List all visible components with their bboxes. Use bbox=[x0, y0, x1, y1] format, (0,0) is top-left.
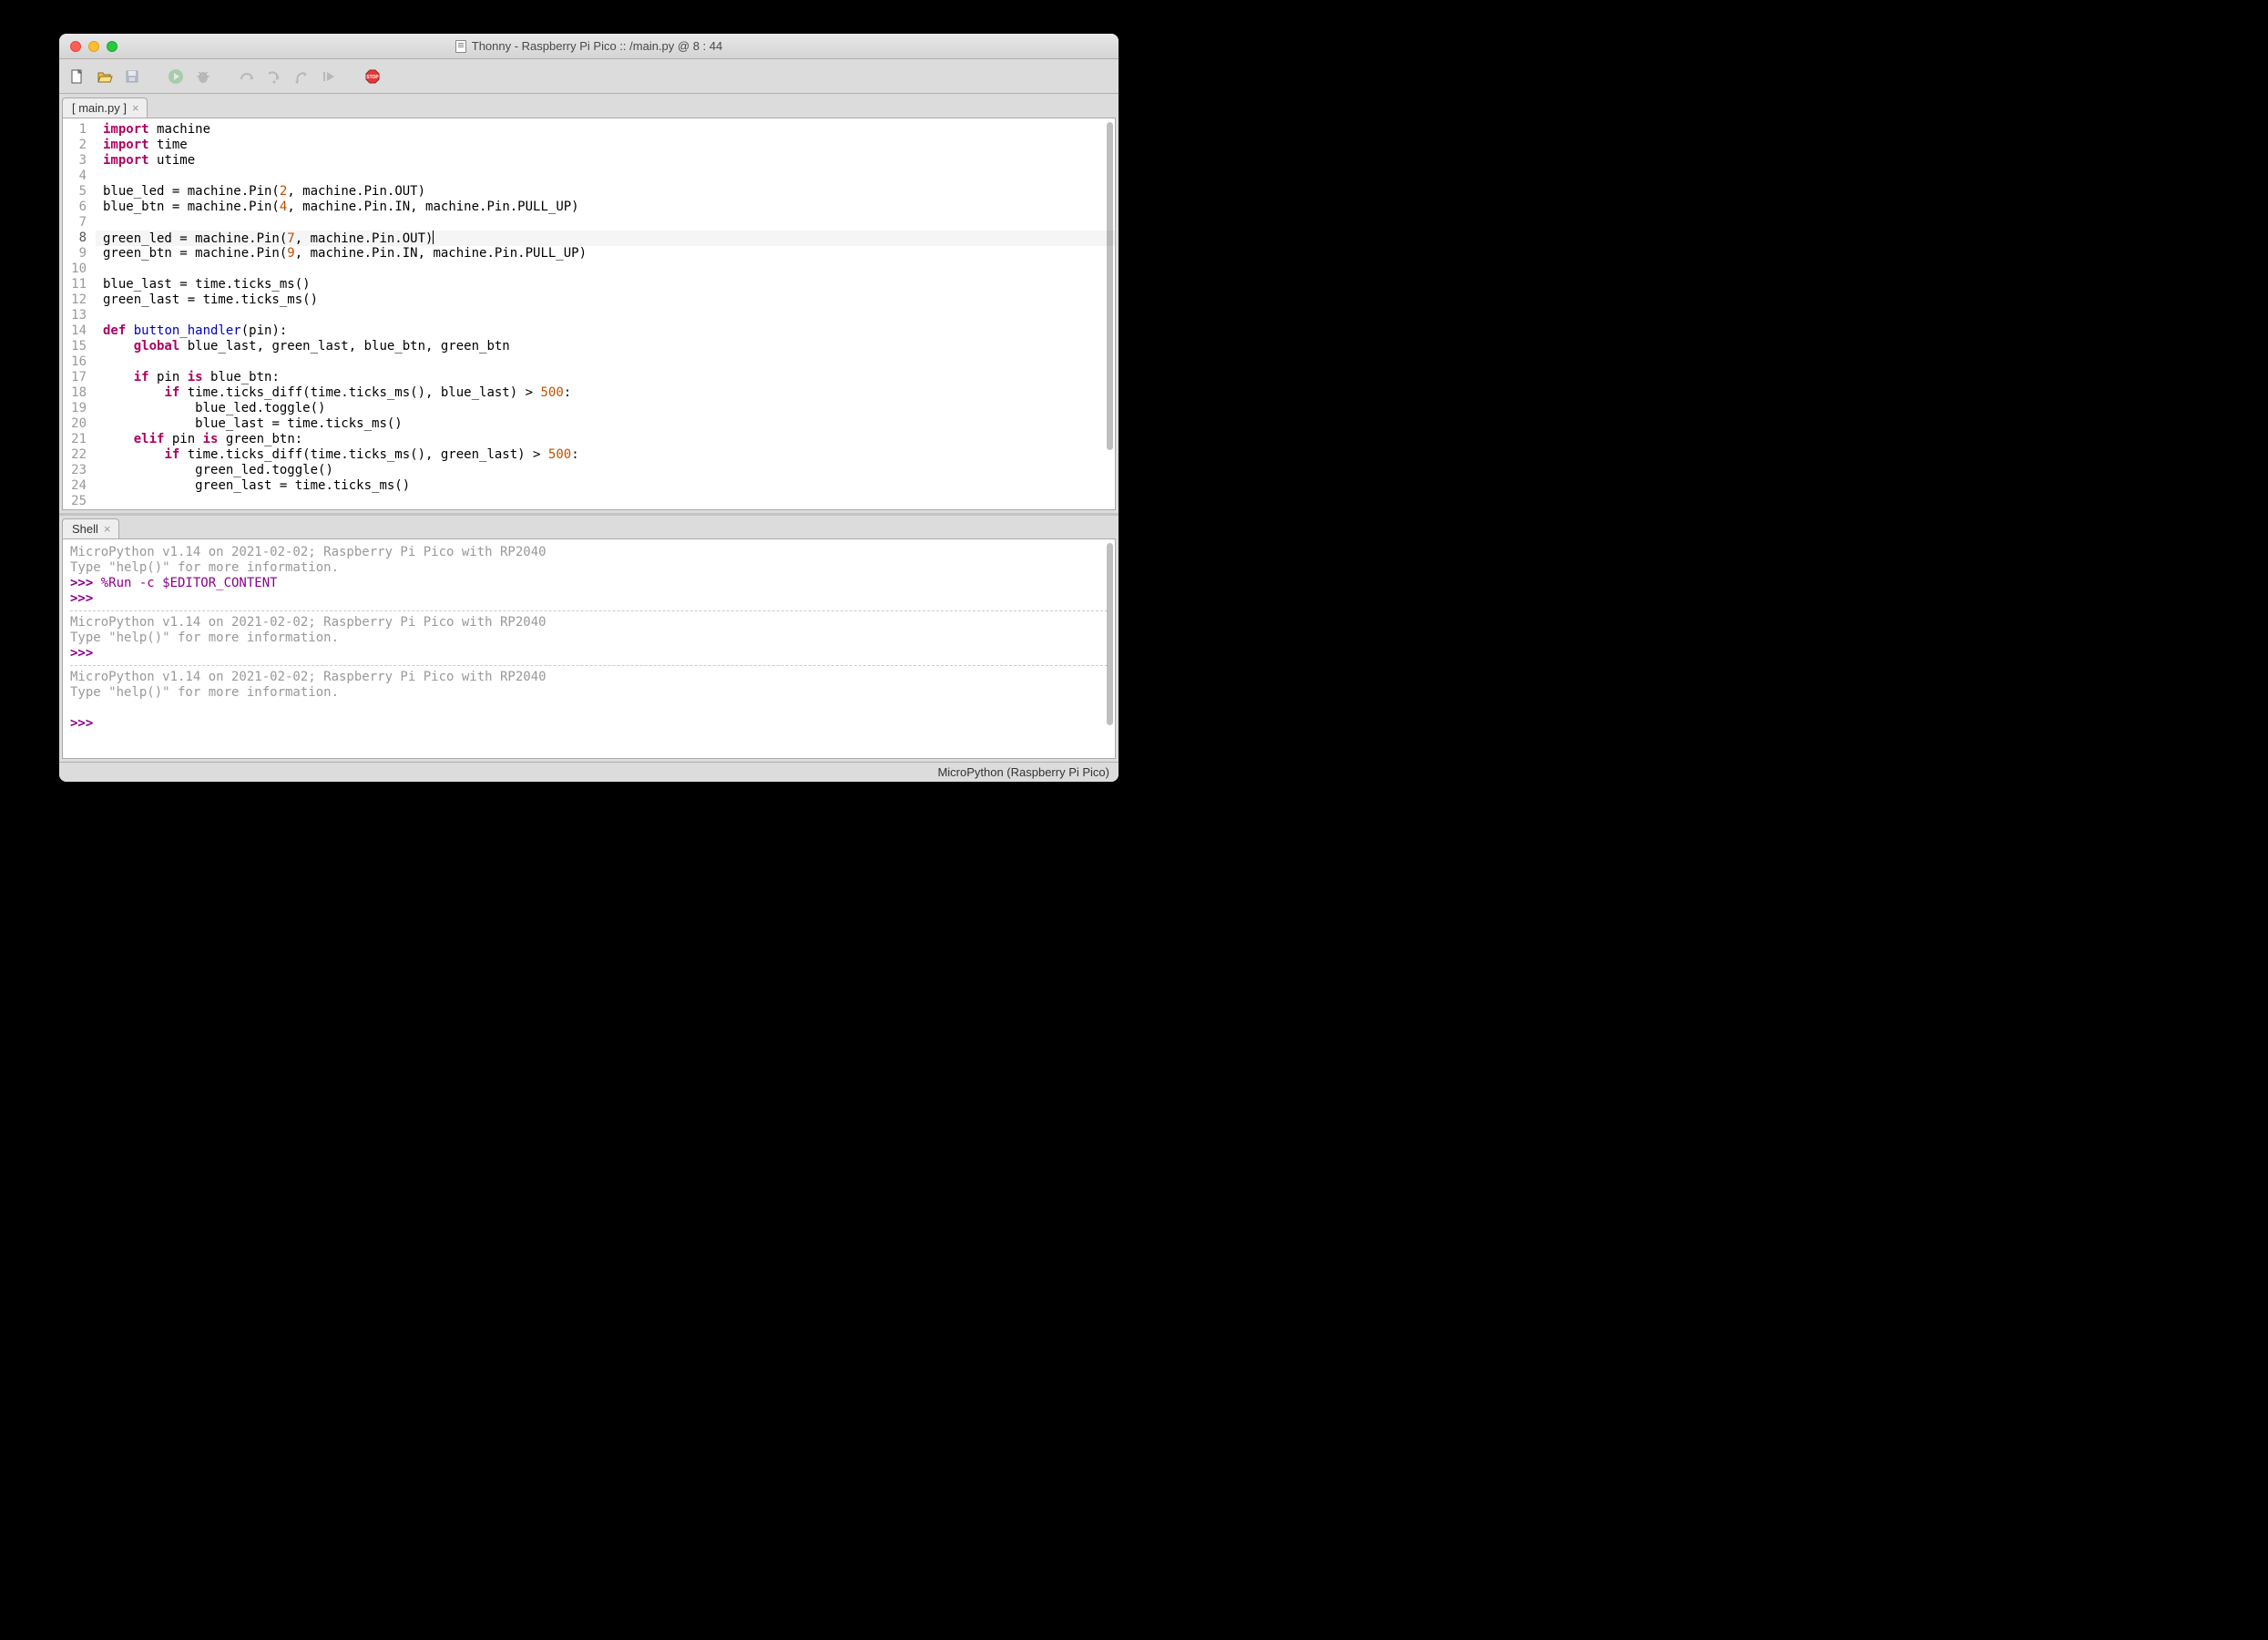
window-title-text: Thonny - Raspberry Pi Pico :: /main.py @… bbox=[472, 39, 722, 53]
editor-tabs: [ main.py ] × bbox=[59, 94, 1119, 118]
stop-button[interactable]: STOP bbox=[362, 66, 383, 87]
shell-area: Shell × MicroPython v1.14 on 2021-02-02;… bbox=[59, 516, 1119, 762]
close-window-button[interactable] bbox=[70, 41, 81, 52]
code-content[interactable]: import machineimport timeimport utime bl… bbox=[96, 118, 1115, 509]
tab-label: [ main.py ] bbox=[72, 101, 127, 115]
statusbar: MicroPython (Raspberry Pi Pico) bbox=[59, 762, 1119, 782]
step-over-button[interactable] bbox=[236, 66, 258, 87]
app-window: Thonny - Raspberry Pi Pico :: /main.py @… bbox=[59, 34, 1119, 782]
traffic-lights bbox=[59, 41, 117, 52]
run-button[interactable] bbox=[165, 66, 187, 87]
shell-tabs: Shell × bbox=[59, 516, 1119, 538]
step-into-button[interactable] bbox=[263, 66, 285, 87]
interpreter-label[interactable]: MicroPython (Raspberry Pi Pico) bbox=[937, 765, 1109, 779]
shell-scrollbar[interactable] bbox=[1107, 543, 1113, 725]
window-title: Thonny - Raspberry Pi Pico :: /main.py @… bbox=[59, 39, 1119, 53]
editor-area: [ main.py ] × 12345678910111213141516171… bbox=[59, 94, 1119, 516]
shell-output[interactable]: MicroPython v1.14 on 2021-02-02; Raspber… bbox=[62, 538, 1116, 759]
minimize-window-button[interactable] bbox=[88, 41, 99, 52]
document-icon bbox=[455, 40, 466, 53]
close-icon[interactable]: × bbox=[104, 522, 111, 536]
close-icon[interactable]: × bbox=[132, 101, 139, 115]
step-out-button[interactable] bbox=[291, 66, 312, 87]
code-editor[interactable]: 1234567891011121314151617181920212223242… bbox=[62, 118, 1116, 510]
line-number-gutter: 1234567891011121314151617181920212223242… bbox=[63, 118, 96, 509]
titlebar: Thonny - Raspberry Pi Pico :: /main.py @… bbox=[59, 34, 1119, 59]
tab-shell[interactable]: Shell × bbox=[62, 518, 119, 538]
resume-button[interactable] bbox=[318, 66, 340, 87]
new-file-button[interactable] bbox=[66, 66, 88, 87]
toolbar: STOP bbox=[59, 59, 1119, 94]
svg-text:STOP: STOP bbox=[366, 75, 379, 80]
open-file-button[interactable] bbox=[94, 66, 116, 87]
maximize-window-button[interactable] bbox=[107, 41, 117, 52]
shell-tab-label: Shell bbox=[72, 522, 98, 536]
save-button[interactable] bbox=[121, 66, 143, 87]
debug-button[interactable] bbox=[192, 66, 214, 87]
tab-main-py[interactable]: [ main.py ] × bbox=[62, 97, 148, 118]
